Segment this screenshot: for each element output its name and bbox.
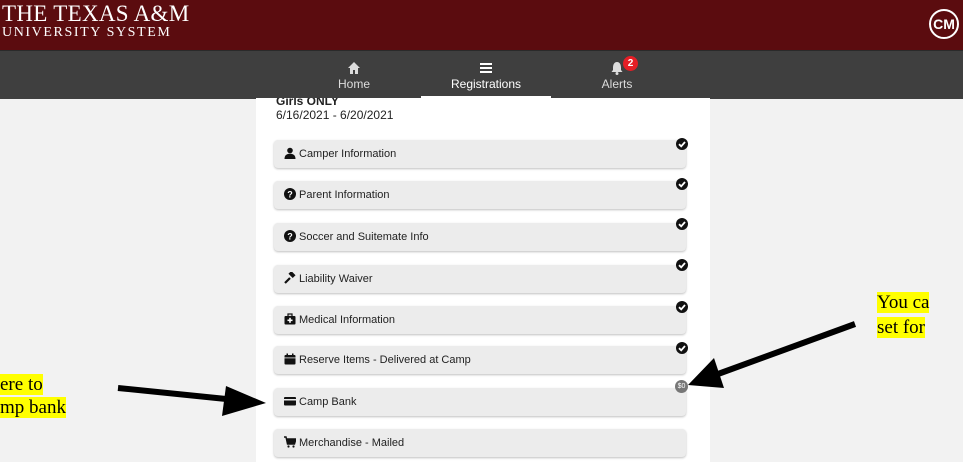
tab-alerts-label: Alerts [601,77,633,91]
check-circle-icon [676,178,688,190]
check-circle-icon [676,301,688,313]
alerts-count-badge: 2 [623,56,638,71]
section-label: Camper Information [299,148,397,160]
section-medical-information[interactable]: Medical Information [274,306,686,334]
section-label: Camp Bank [299,396,357,408]
gavel-icon [284,272,296,284]
section-label: Soccer and Suitemate Info [299,231,429,243]
section-label: Merchandise - Mailed [299,437,405,449]
question-circle-icon: ? [284,230,296,242]
annotation-right-line-1: You ca [877,292,930,313]
registration-panel: Girls ONLY 6/16/2021 - 6/20/2021 Camper … [256,98,710,462]
check-circle-icon [676,342,688,354]
annotation-left-line-2: mp bank [0,397,66,418]
arrow-to-camp-bank [117,385,266,416]
section-label: Medical Information [299,314,395,326]
texas-am-logo[interactable]: THE TEXAS A&M UNIVERSITY SYSTEM [2,2,189,40]
question-circle-icon: ? [284,188,296,200]
section-label: Reserve Items - Delivered at Camp [299,354,471,366]
tab-alerts[interactable]: Alerts 2 [567,51,667,99]
annotation-right-line-2: set for [877,317,926,338]
arrow-to-bank-balance [688,321,857,388]
nav-bar: Home Registrations Alerts 2 [0,50,963,99]
section-camp-bank[interactable]: Camp Bank [274,388,686,416]
section-liability-waiver[interactable]: Liability Waiver [274,265,686,293]
calendar-icon [284,353,296,365]
medkit-icon [284,313,296,325]
registration-title: Girls ONLY [276,98,339,108]
bell-icon [611,62,623,75]
user-avatar[interactable]: CM [929,9,959,39]
annotation-left-line-1: ere to [0,374,43,395]
section-label: Parent Information [299,189,390,201]
check-circle-icon [676,259,688,271]
tab-home-label: Home [337,77,370,91]
tab-registrations[interactable]: Registrations [421,51,551,99]
tab-home[interactable]: Home [304,51,404,99]
svg-text:?: ? [287,232,293,242]
section-camper-information[interactable]: Camper Information [274,140,686,168]
credit-card-icon [284,397,296,406]
section-soccer-suitemate-info[interactable]: ? Soccer and Suitemate Info [274,223,686,251]
logo-line-2: UNIVERSITY SYSTEM [2,25,172,40]
section-label: Liability Waiver [299,273,373,285]
registration-dates: 6/16/2021 - 6/20/2021 [276,108,394,122]
check-circle-icon [676,218,688,230]
user-icon [284,147,296,159]
section-reserve-items[interactable]: Reserve Items - Delivered at Camp [274,346,686,374]
tab-registrations-label: Registrations [450,77,522,91]
cart-icon [284,436,296,448]
check-circle-icon [676,138,688,150]
svg-text:?: ? [287,190,293,200]
section-merchandise-mailed[interactable]: Merchandise - Mailed [274,429,686,457]
logo-line-1: THE TEXAS A&M [2,1,190,26]
top-header: THE TEXAS A&M UNIVERSITY SYSTEM CM [0,0,963,50]
home-icon [348,62,360,74]
section-parent-information[interactable]: ? Parent Information [274,181,686,209]
list-icon [480,63,492,73]
camp-bank-balance-badge: $0 [675,380,688,393]
